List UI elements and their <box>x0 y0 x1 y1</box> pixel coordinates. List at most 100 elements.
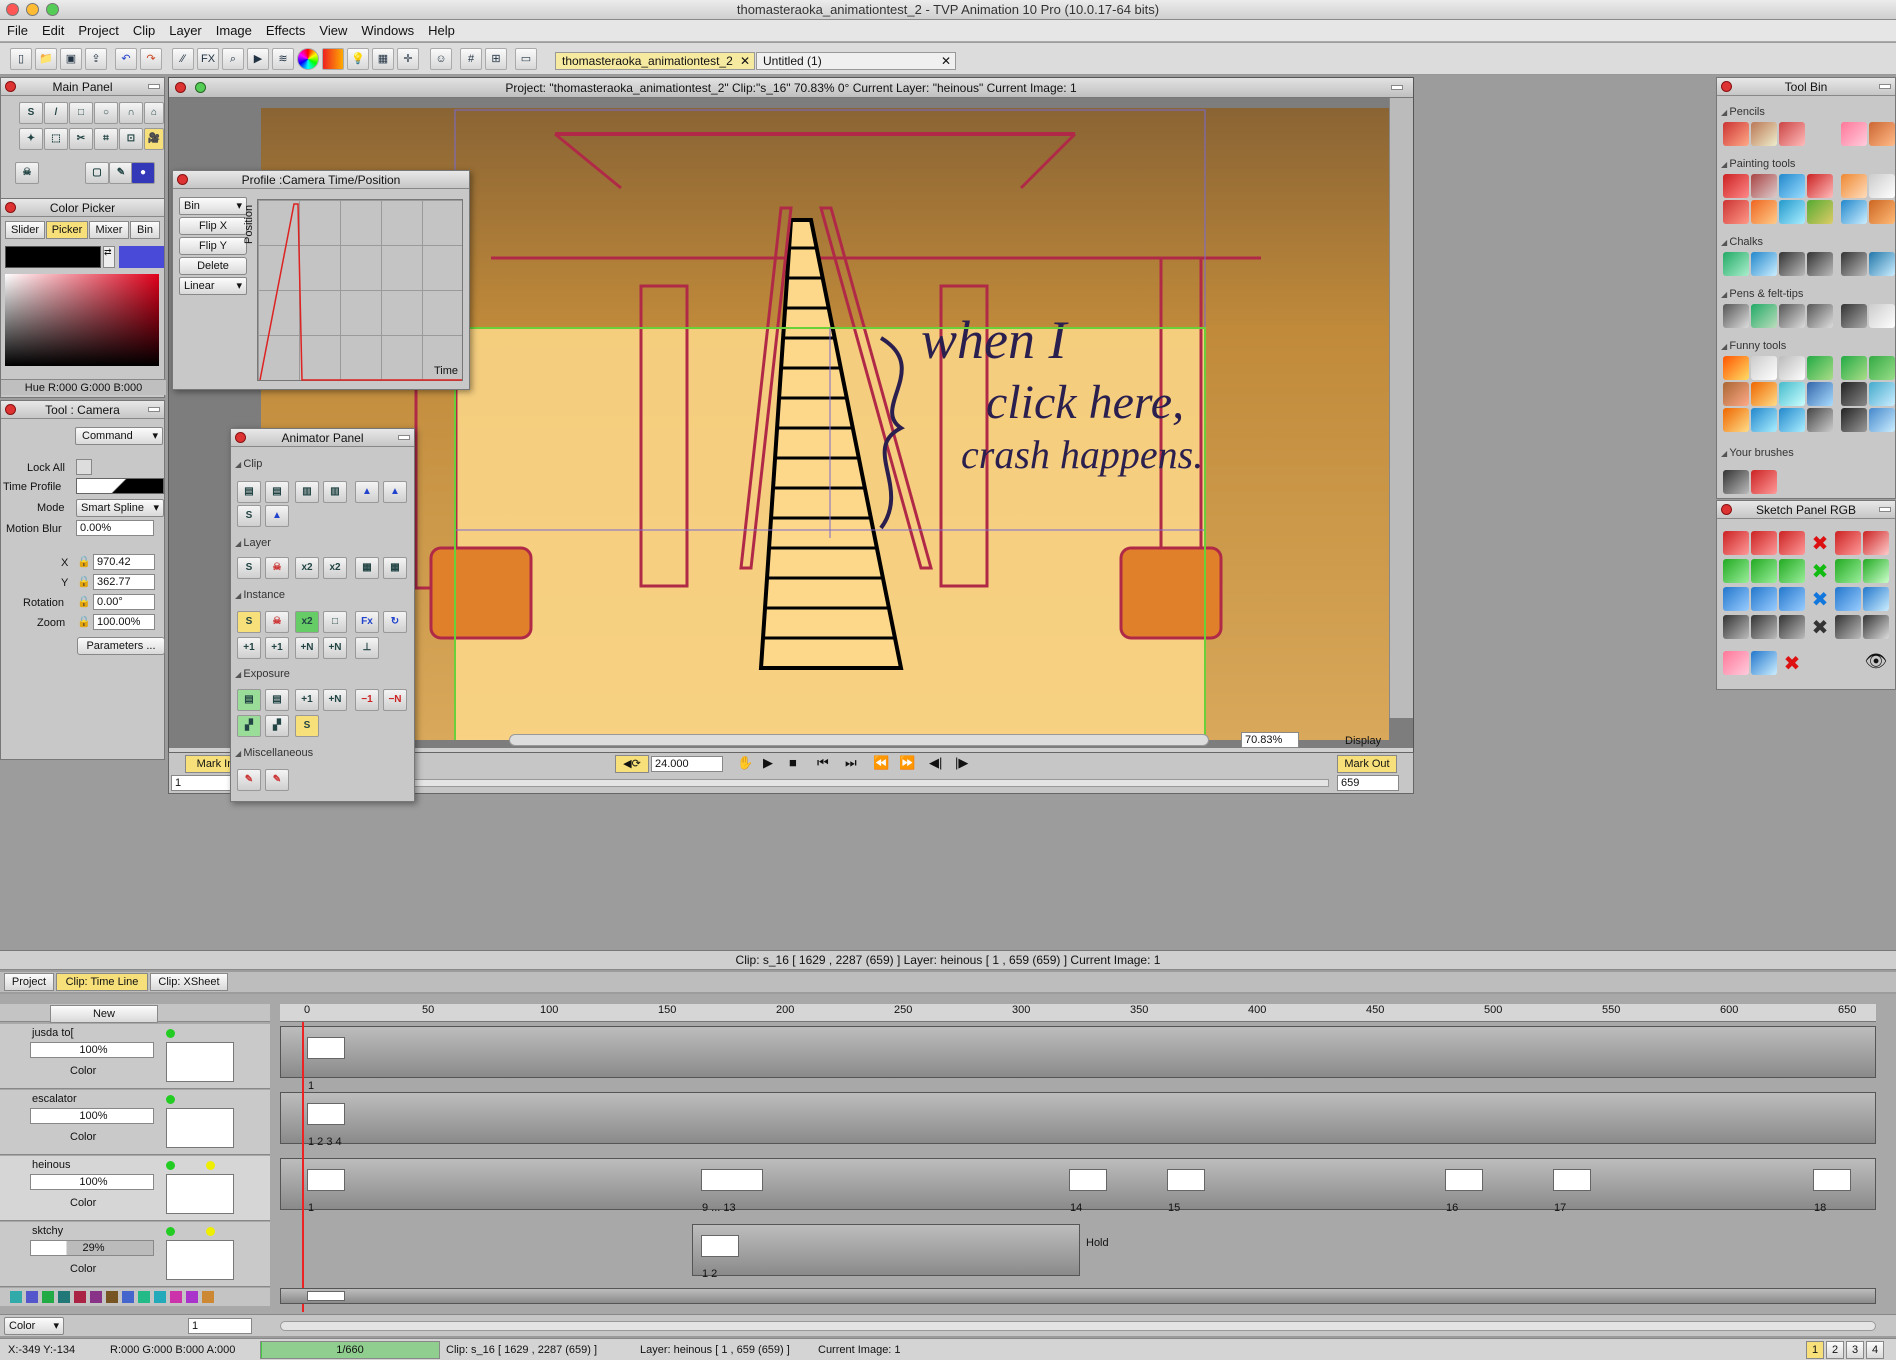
pen-2-icon[interactable] <box>1751 304 1777 328</box>
delete-button[interactable]: Delete <box>179 257 247 275</box>
sketch-black-ink-icon[interactable] <box>1779 615 1805 639</box>
flip-x-button[interactable]: Flip X <box>179 217 247 235</box>
minimize-canvas-icon[interactable] <box>1391 85 1403 90</box>
skull-icon[interactable]: ☠ <box>15 162 39 184</box>
swatch[interactable] <box>58 1291 70 1303</box>
frame-thumbnail[interactable] <box>1445 1169 1483 1191</box>
motion-blur-input[interactable]: 0.00% <box>76 520 154 536</box>
swap-colors-icon[interactable]: ⇄ <box>103 246 115 268</box>
swatch[interactable] <box>26 1291 38 1303</box>
misc-brush2-icon[interactable]: ✎ <box>265 769 289 791</box>
swatch[interactable] <box>106 1291 118 1303</box>
sketch-black-pencil-icon[interactable] <box>1723 615 1749 639</box>
swatch[interactable] <box>10 1291 22 1303</box>
warp-tool-icon[interactable]: ⌗ <box>94 128 118 150</box>
instance-blank-icon[interactable]: □ <box>323 611 347 633</box>
last-frame-button[interactable]: ⏭ <box>845 756 857 770</box>
frame-ruler[interactable]: 0 50 100 150 200 250 300 350 400 450 500… <box>280 1004 1876 1022</box>
zoom-icon[interactable]: ⌕ <box>222 48 244 70</box>
swatch[interactable] <box>154 1291 166 1303</box>
parameters-button[interactable]: Parameters ... <box>77 637 165 655</box>
canvas-vertical-scrollbar[interactable] <box>1389 98 1413 718</box>
tab-project[interactable]: Project <box>4 973 54 991</box>
minimize-panel-icon[interactable] <box>1879 84 1891 89</box>
undo-icon[interactable]: ↶ <box>115 48 137 70</box>
menu-edit[interactable]: Edit <box>35 20 71 42</box>
save-icon[interactable]: ▣ <box>60 48 82 70</box>
exposure-plus1-icon[interactable]: +1 <box>295 689 319 711</box>
zoom-canvas-icon[interactable] <box>195 82 206 93</box>
menu-windows[interactable]: Windows <box>354 20 421 42</box>
lock-x-icon[interactable]: 🔒 <box>77 555 91 569</box>
layer-name[interactable]: escalator <box>32 1092 77 1106</box>
swatch[interactable] <box>42 1291 54 1303</box>
menu-image[interactable]: Image <box>209 20 259 42</box>
exposure-plusN-icon[interactable]: +N <box>323 689 347 711</box>
swatch[interactable] <box>74 1291 86 1303</box>
color-swatch-icon[interactable] <box>322 48 344 70</box>
tree-brush-icon[interactable] <box>1841 356 1867 380</box>
rewind-button[interactable]: ⏪ <box>873 756 889 770</box>
clip-sort-icon[interactable]: S <box>237 505 261 527</box>
instance-tree-icon[interactable]: ⊥ <box>355 637 379 659</box>
minimize-panel-icon[interactable] <box>398 435 410 440</box>
layer-x2b-icon[interactable]: x2 <box>323 557 347 579</box>
lock-zoom-icon[interactable]: 🔒 <box>77 615 91 629</box>
redo-icon[interactable]: ↷ <box>140 48 162 70</box>
music-note-brush-icon[interactable] <box>1807 408 1833 432</box>
paint-brush-8-icon[interactable] <box>1751 200 1777 224</box>
fill-tool-icon[interactable]: ⌂ <box>144 102 164 124</box>
tab-bin[interactable]: Bin <box>130 221 160 239</box>
instance-plusN-left-icon[interactable]: +N <box>295 637 319 659</box>
swatch[interactable] <box>202 1291 214 1303</box>
menu-help[interactable]: Help <box>421 20 462 42</box>
mode-dropdown[interactable]: Smart Spline ▾ <box>76 499 164 517</box>
funny-2-icon[interactable] <box>1751 356 1777 380</box>
doc-tab-untitled[interactable]: Untitled (1) ✕ <box>756 52 956 70</box>
swatch[interactable] <box>138 1291 150 1303</box>
lock-y-icon[interactable]: 🔒 <box>77 575 91 589</box>
instance-s-icon[interactable]: S <box>237 611 261 633</box>
close-panel-icon[interactable] <box>235 432 246 443</box>
swatch[interactable] <box>170 1291 182 1303</box>
swatch[interactable] <box>122 1291 134 1303</box>
sketch-blue-pencil-icon[interactable] <box>1723 587 1749 611</box>
exposure-minusN-icon[interactable]: −N <box>383 689 407 711</box>
paint-brush-10-icon[interactable] <box>1807 200 1833 224</box>
funny-15-icon[interactable] <box>1779 408 1805 432</box>
grass-brush-icon[interactable] <box>1869 356 1895 380</box>
freehand-line-icon[interactable]: S <box>19 102 43 124</box>
bin-dropdown[interactable]: Bin ▾ <box>179 197 247 215</box>
curve-tool-icon[interactable]: ∩ <box>119 102 143 124</box>
mask-icon[interactable]: ☺ <box>430 48 452 70</box>
swatch[interactable] <box>186 1291 198 1303</box>
layer-track[interactable] <box>692 1224 1080 1276</box>
sketch-blue-ink-icon[interactable] <box>1779 587 1805 611</box>
sketch-black-erase-icon[interactable]: ✖ <box>1807 615 1833 639</box>
export-icon[interactable]: ⇪ <box>85 48 107 70</box>
close-panel-icon[interactable] <box>5 202 16 213</box>
paint-brush-2-icon[interactable] <box>1751 174 1777 198</box>
visibility-dot-icon[interactable] <box>166 1095 175 1104</box>
visibility-dot-icon[interactable] <box>166 1029 175 1038</box>
funny-9-icon[interactable] <box>1779 382 1805 406</box>
frame-thumbnail[interactable] <box>307 1037 345 1059</box>
clip-cut-icon[interactable]: ▤ <box>237 481 261 503</box>
page-3-button[interactable]: 3 <box>1846 1341 1864 1359</box>
play-button[interactable]: ▶ <box>763 756 773 770</box>
y-input[interactable]: 362.77 <box>93 574 155 590</box>
fire-brush-icon[interactable] <box>1723 356 1749 380</box>
sketch-black-marker-icon[interactable] <box>1751 615 1777 639</box>
page-2-button[interactable]: 2 <box>1826 1341 1844 1359</box>
visibility-dot-icon[interactable] <box>166 1161 175 1170</box>
line-tool-icon[interactable]: / <box>44 102 68 124</box>
rectangle-tool-icon[interactable]: □ <box>69 102 93 124</box>
layer-mode[interactable]: Color <box>70 1262 96 1276</box>
close-tab-icon[interactable]: ✕ <box>941 53 951 70</box>
misc-brush-icon[interactable]: ✎ <box>237 769 261 791</box>
minimize-window-button[interactable] <box>26 3 39 16</box>
layer-mode[interactable]: Color <box>70 1130 96 1144</box>
layer-mode[interactable]: Color <box>70 1196 96 1210</box>
tab-slider[interactable]: Slider <box>5 221 45 239</box>
pen-5-icon[interactable] <box>1841 304 1867 328</box>
